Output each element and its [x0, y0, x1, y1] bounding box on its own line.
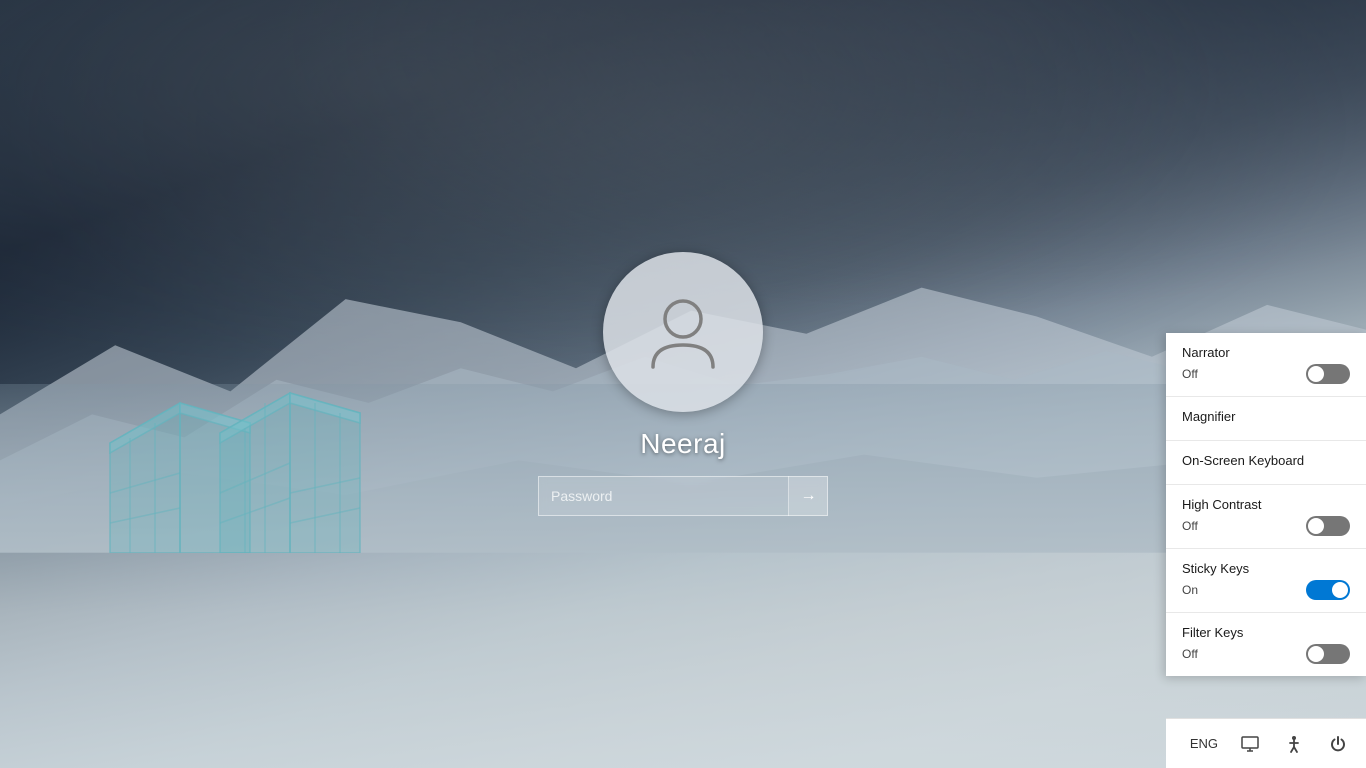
user-avatar-icon [638, 287, 728, 377]
toggle-sticky-keys[interactable] [1306, 580, 1350, 600]
display-icon [1240, 734, 1260, 754]
glass-building [100, 323, 400, 553]
bottom-bar: ENG [1166, 718, 1366, 768]
acc-label-high-contrast: High Contrast [1182, 497, 1350, 512]
password-input[interactable] [538, 476, 828, 516]
acc-item-magnifier[interactable]: Magnifier [1166, 397, 1366, 441]
submit-button[interactable]: → [788, 476, 828, 516]
accessibility-panel: Narrator Off Magnifier On-Screen Keyboard… [1166, 333, 1366, 676]
toggle-high-contrast[interactable] [1306, 516, 1350, 536]
toggle-filter-keys[interactable] [1306, 644, 1350, 664]
acc-label-magnifier: Magnifier [1182, 409, 1350, 424]
toggle-narrator[interactable] [1306, 364, 1350, 384]
ease-of-access-button[interactable] [1274, 724, 1314, 764]
toggle-knob-high-contrast [1308, 518, 1324, 534]
acc-label-on-screen-keyboard: On-Screen Keyboard [1182, 453, 1350, 468]
acc-item-narrator: Narrator Off [1166, 333, 1366, 397]
acc-row-high-contrast: Off [1182, 516, 1350, 536]
toggle-knob-filter-keys [1308, 646, 1324, 662]
language-indicator[interactable]: ENG [1182, 736, 1226, 751]
acc-item-high-contrast: High Contrast Off [1166, 485, 1366, 549]
acc-status-narrator: Off [1182, 367, 1198, 381]
acc-row-narrator: Off [1182, 364, 1350, 384]
acc-label-narrator: Narrator [1182, 345, 1350, 360]
toggle-knob-sticky-keys [1332, 582, 1348, 598]
power-button[interactable] [1318, 724, 1358, 764]
acc-status-sticky-keys: On [1182, 583, 1198, 597]
power-icon [1328, 734, 1348, 754]
toggle-knob-narrator [1308, 366, 1324, 382]
acc-row-filter-keys: Off [1182, 644, 1350, 664]
acc-status-high-contrast: Off [1182, 519, 1198, 533]
acc-status-filter-keys: Off [1182, 647, 1198, 661]
display-button[interactable] [1230, 724, 1270, 764]
acc-label-sticky-keys: Sticky Keys [1182, 561, 1350, 576]
ease-of-access-icon [1284, 734, 1304, 754]
acc-label-filter-keys: Filter Keys [1182, 625, 1350, 640]
acc-item-sticky-keys: Sticky Keys On [1166, 549, 1366, 613]
login-panel: Neeraj → [538, 252, 828, 516]
username-label: Neeraj [640, 428, 725, 460]
acc-row-sticky-keys: On [1182, 580, 1350, 600]
password-container: → [538, 476, 828, 516]
acc-item-on-screen-keyboard[interactable]: On-Screen Keyboard [1166, 441, 1366, 485]
acc-item-filter-keys: Filter Keys Off [1166, 613, 1366, 676]
avatar [603, 252, 763, 412]
